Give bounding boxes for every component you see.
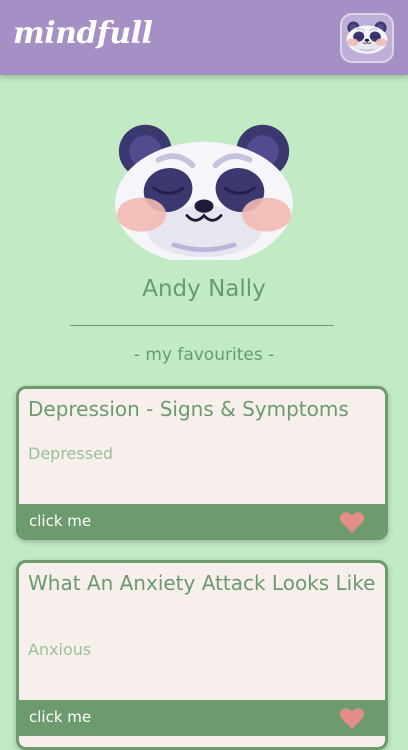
card-title: Depression - Signs & Symptoms (28, 397, 349, 421)
card-tag: Anxious (28, 640, 92, 659)
click-me-link[interactable]: click me (29, 708, 91, 726)
card-footer: click me (19, 504, 385, 537)
heart-icon[interactable] (339, 510, 365, 534)
panda-avatar-icon (345, 20, 389, 55)
click-me-link[interactable]: click me (29, 512, 91, 530)
user-name: Andy Nally (142, 276, 266, 302)
heart-icon[interactable] (339, 706, 365, 730)
card-tag: Depressed (28, 444, 114, 463)
app-header: mindfull (0, 0, 408, 75)
app-logo[interactable]: mindfull (13, 16, 153, 51)
profile-avatar-button[interactable] (340, 13, 394, 63)
favourite-card[interactable]: Depression - Signs & Symptoms Depressed … (16, 386, 388, 540)
favourites-heading: - my favourites - (133, 345, 275, 365)
card-title: What An Anxiety Attack Looks Like (28, 571, 376, 595)
favourite-card[interactable]: What An Anxiety Attack Looks Like Anxiou… (16, 560, 388, 750)
card-footer: click me (19, 700, 385, 736)
panda-face-icon (108, 120, 300, 260)
divider (70, 325, 334, 326)
